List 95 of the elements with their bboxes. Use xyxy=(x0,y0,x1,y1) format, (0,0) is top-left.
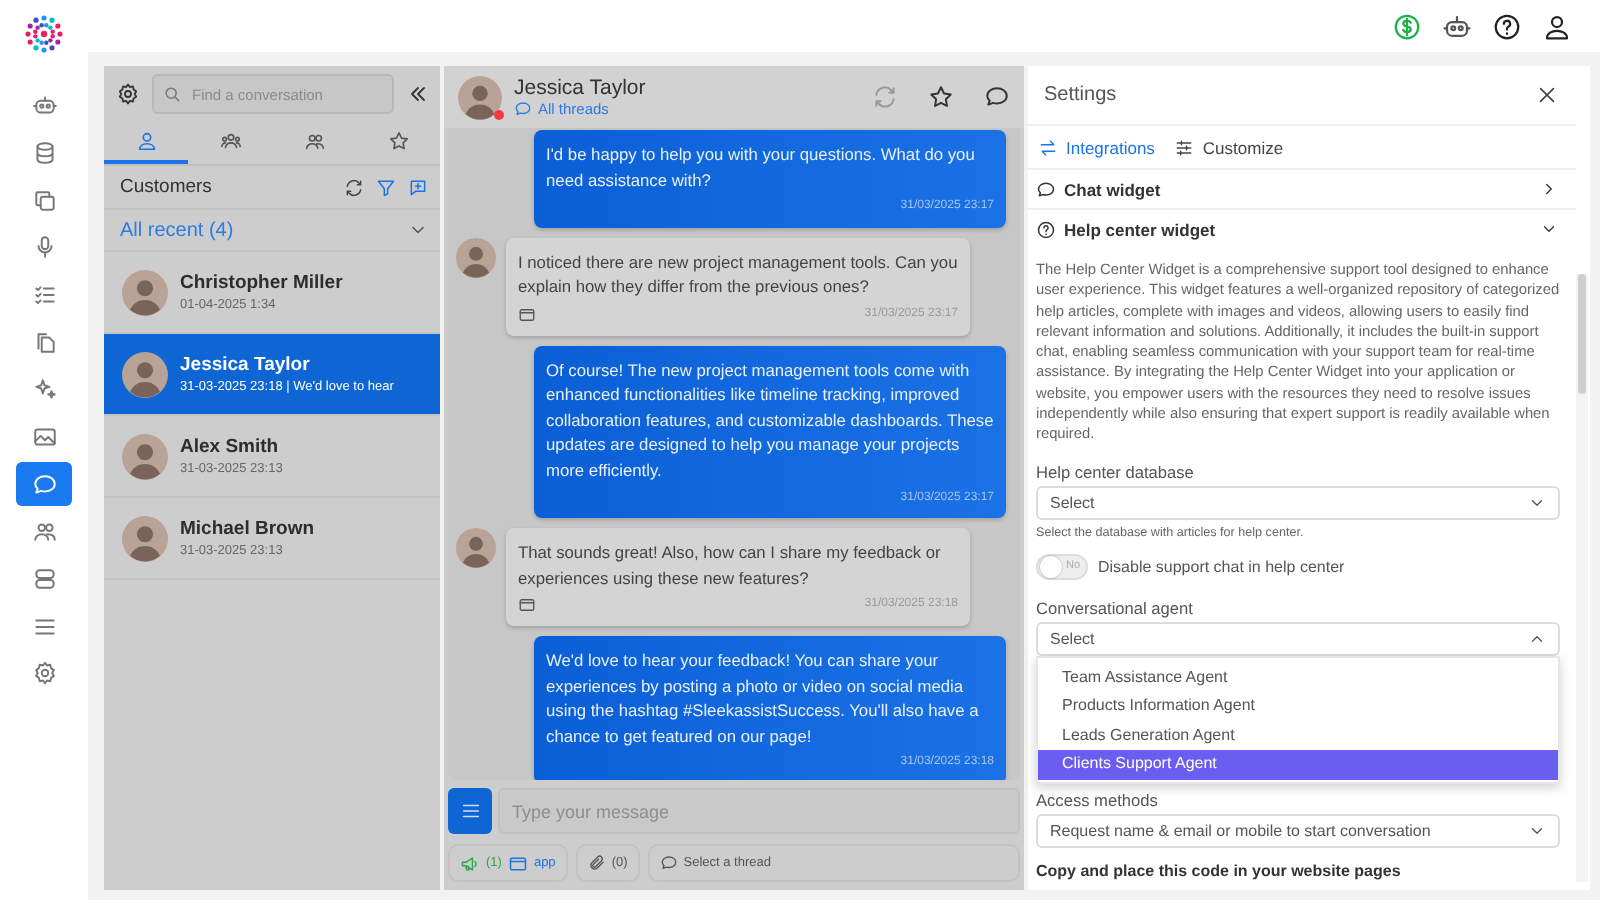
settings-button[interactable] xyxy=(116,82,140,106)
customer-name: Jessica Taylor xyxy=(180,354,312,376)
section-heading: Copy and place this code in your website pages xyxy=(1036,862,1403,881)
settings-icon xyxy=(116,82,140,106)
nav-button[interactable] xyxy=(16,462,72,507)
scrollbar[interactable] xyxy=(1576,274,1588,882)
profile-button[interactable] xyxy=(1542,11,1572,41)
star-icon xyxy=(387,130,409,152)
bot-button[interactable] xyxy=(1442,11,1472,41)
double-chevron-icon xyxy=(406,82,430,106)
people-icon xyxy=(303,130,325,152)
people-icon xyxy=(31,518,57,545)
image-icon xyxy=(31,424,57,450)
checklist-icon xyxy=(31,281,57,308)
avatar xyxy=(122,269,168,315)
chat-bubble-icon xyxy=(31,471,57,498)
field-label: Help center database xyxy=(1036,461,1196,482)
settings-icon xyxy=(31,660,57,687)
database-select[interactable]: Select xyxy=(1036,485,1560,520)
dollar-icon xyxy=(1392,11,1422,41)
message-text: I'd be happy to help you with your questions. What do you need assistance with? xyxy=(546,144,975,190)
chat-plus-icon xyxy=(408,177,428,197)
chat-bubble-icon xyxy=(659,854,678,872)
new-chat-button[interactable] xyxy=(408,177,428,197)
window-icon xyxy=(518,596,536,615)
contact-name: Jessica Taylor xyxy=(514,76,646,100)
message-text: I noticed there are new project management tools. Can you explain how they differ from the previous ones? xyxy=(518,251,958,297)
window-icon xyxy=(507,853,528,873)
person-icon xyxy=(1542,11,1572,41)
status-dot xyxy=(494,109,504,119)
customer-name: Christopher Miller xyxy=(180,272,343,294)
customer-name: Michael Brown xyxy=(180,518,315,540)
chat-bubble-icon xyxy=(1036,179,1056,199)
avatar xyxy=(458,75,502,119)
message-field[interactable]: Type your message xyxy=(498,788,1020,834)
help-button[interactable] xyxy=(1492,11,1522,41)
avatar xyxy=(122,433,168,479)
avatar xyxy=(456,528,496,569)
accordion-header[interactable]: Chat widget xyxy=(1028,168,1576,208)
agent-select[interactable]: Select xyxy=(1036,621,1560,656)
avatar xyxy=(122,515,168,561)
menu-icon xyxy=(459,800,481,822)
close-icon xyxy=(1536,84,1558,106)
settings-tab[interactable]: Integrations xyxy=(1038,137,1155,157)
filter-button[interactable] xyxy=(376,177,396,197)
database-icon xyxy=(31,139,57,166)
refresh-button[interactable] xyxy=(344,177,364,197)
panel-title: Settings xyxy=(1044,84,1117,106)
customer-name: Alex Smith xyxy=(180,436,281,458)
refresh-icon xyxy=(872,84,898,110)
filter-icon xyxy=(376,177,396,197)
menu-button[interactable] xyxy=(448,788,492,834)
message-text: We'd love to hear your feedback! You can share your experiences by posting a photo or video on social media using the hashtag #SleekassistSuccess. You'll also have a chance to get featured on our page! xyxy=(546,649,979,746)
chat-bubble-icon xyxy=(514,100,532,118)
avatar xyxy=(122,351,168,397)
search-icon xyxy=(162,84,182,104)
person-icon xyxy=(135,130,157,152)
settings-tab[interactable]: Customize xyxy=(1174,137,1284,157)
robot-icon xyxy=(31,92,57,119)
list-title: Customers xyxy=(120,176,214,198)
help-icon xyxy=(1036,219,1056,239)
chat-bubble-icon xyxy=(984,84,1010,110)
collapse-button[interactable] xyxy=(406,82,430,106)
refresh-icon xyxy=(344,177,364,197)
access-select[interactable]: Request name & email or mobile to start conversation xyxy=(1036,814,1560,849)
avatar xyxy=(456,237,496,278)
dropdown-option[interactable]: Products Information Agent xyxy=(1038,692,1558,722)
accordion-header[interactable]: Help center widget xyxy=(1028,208,1576,248)
group-icon xyxy=(219,130,241,152)
toggle-label: Disable support chat in help center xyxy=(1098,557,1345,576)
close-button[interactable] xyxy=(1536,84,1558,106)
comment-button[interactable] xyxy=(984,84,1010,110)
megaphone-icon xyxy=(460,853,480,873)
field-label: Conversational agent xyxy=(1036,597,1195,618)
dropdown-option[interactable]: Leads Generation Agent xyxy=(1038,721,1558,751)
billing-button[interactable] xyxy=(1392,11,1422,41)
help-icon xyxy=(1492,11,1522,41)
favorite-button[interactable] xyxy=(928,84,954,110)
paperclip-icon xyxy=(587,854,606,872)
message-text: That sounds great! Also, how can I share my feedback or experiences using these new features? xyxy=(518,542,941,588)
swap-arrows-icon xyxy=(1038,137,1058,157)
window-icon xyxy=(518,305,536,324)
chevron-right-icon xyxy=(1540,180,1558,198)
chevron-down-icon xyxy=(1540,220,1558,238)
copy-icon xyxy=(31,187,57,214)
field-label: Access methods xyxy=(1036,790,1160,811)
robot-icon xyxy=(1442,11,1472,41)
sparkle-icon xyxy=(31,376,57,403)
server-icon xyxy=(31,566,57,593)
logo xyxy=(24,14,64,54)
dropdown-option[interactable]: Clients Support Agent xyxy=(1038,750,1558,781)
sliders-icon xyxy=(1174,137,1195,157)
message-text: Of course! The new project management tools come with enhanced functionalities like timeline tracking, improved collaboration features, and customizable dashboards. These updates are designed to help you manage your projects more efficiently. xyxy=(546,359,994,480)
star-icon xyxy=(928,84,954,110)
dropdown-option[interactable]: Team Assistance Agent xyxy=(1038,663,1558,693)
